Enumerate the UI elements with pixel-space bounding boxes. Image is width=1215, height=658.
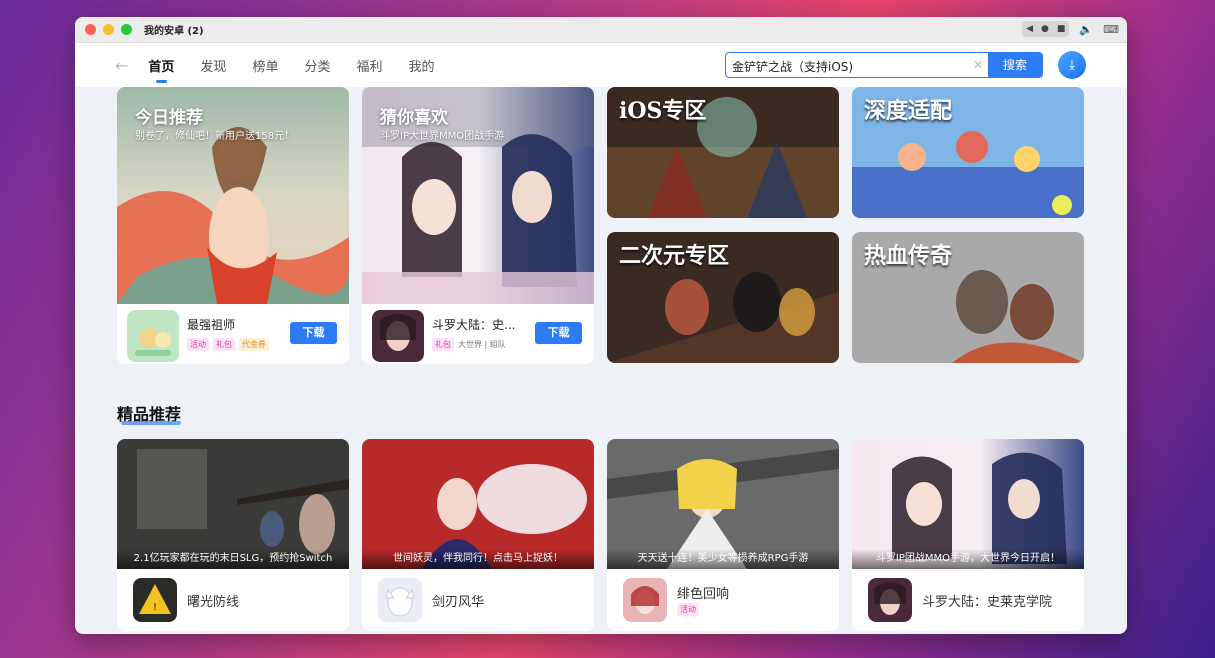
download-button[interactable]: 下载 bbox=[535, 322, 582, 344]
close-window-button[interactable] bbox=[85, 24, 96, 35]
title-bar-tools: ◀ ● ■ 🔈 ⌨ bbox=[1022, 21, 1119, 37]
recommend-card[interactable]: 天天送十连！美少女等损养成RPG手游 绯色回响 活动 bbox=[607, 439, 839, 631]
app-name: 剑刃风华 bbox=[432, 595, 485, 610]
zone-anime-tile[interactable]: 二次元专区 bbox=[607, 232, 839, 363]
title-bar: 我的安卓 (2) ◀ ● ■ 🔈 ⌨ bbox=[75, 17, 1127, 43]
app-icon bbox=[623, 578, 667, 622]
back-arrow-icon[interactable]: ← bbox=[115, 56, 128, 75]
top-nav: ← 首页 发现 榜单 分类 福利 我的 金铲铲之战（支持iOS) ✕ 搜索 ⤓ bbox=[75, 43, 1127, 87]
today-recommend-card[interactable]: 今日推荐 别卷了，修仙吧！新用户送158元！ 最强祖师 活动 礼包 代金券 下载 bbox=[117, 87, 349, 364]
guess-you-like-card[interactable]: 猜你喜欢 斗罗IP大世界MMO团战手游 斗罗大陆：史... 礼包 大世界 | 组… bbox=[362, 87, 594, 364]
recommend-caption: 世间妖灵，伴我同行！点击马上捉妖！ bbox=[362, 549, 594, 569]
clear-icon[interactable]: ✕ bbox=[968, 53, 988, 77]
app-icon bbox=[378, 578, 422, 622]
guess-you-like-subtitle: 斗罗IP大世界MMO团战手游 bbox=[380, 131, 505, 142]
search-box: 金铲铲之战（支持iOS) ✕ 搜索 bbox=[725, 52, 1043, 78]
recommend-caption: 2.1亿玩家都在玩的末日SLG，预约抢Switch bbox=[117, 549, 349, 569]
tag-gift: 礼包 bbox=[432, 338, 454, 351]
app-name: 曙光防线 bbox=[187, 595, 240, 610]
tab-benefits[interactable]: 福利 bbox=[356, 52, 382, 79]
recommend-caption: 天天送十连！美少女等损养成RPG手游 bbox=[607, 549, 839, 569]
svg-text:!: ! bbox=[153, 602, 157, 613]
zone-label: 热血传奇 bbox=[864, 243, 953, 269]
recommend-caption: 斗罗IP团战MMO手游，大世界今日开启！ bbox=[852, 549, 1084, 569]
app-icon bbox=[868, 578, 912, 622]
nav-tabs: 首页 发现 榜单 分类 福利 我的 bbox=[148, 52, 435, 83]
window-controls bbox=[85, 24, 132, 35]
keyboard-icon[interactable]: ⌨ bbox=[1103, 23, 1119, 36]
today-recommend-subtitle: 别卷了，修仙吧！新用户送158元！ bbox=[135, 131, 295, 142]
zone-deep-adapt-tile[interactable]: 深度适配 bbox=[852, 87, 1084, 218]
search-input[interactable]: 金铲铲之战（支持iOS) bbox=[726, 53, 968, 77]
volume-icon[interactable]: 🔈 bbox=[1079, 23, 1093, 36]
recommend-card[interactable]: 斗罗IP团战MMO手游，大世界今日开启！ 斗罗大陆：史莱克学院 bbox=[852, 439, 1084, 631]
window-title: 我的安卓 (2) bbox=[144, 26, 204, 37]
app-window: 我的安卓 (2) ◀ ● ■ 🔈 ⌨ ← 首页 发现 榜单 分类 福利 我的 金… bbox=[75, 17, 1127, 634]
app-name: 绯色回响 bbox=[677, 587, 730, 602]
search-button[interactable]: 搜索 bbox=[988, 53, 1042, 77]
today-recommend-title: 今日推荐 bbox=[135, 108, 203, 128]
tag-event: 活动 bbox=[677, 603, 699, 616]
tab-categories[interactable]: 分类 bbox=[304, 52, 330, 79]
zoom-window-button[interactable] bbox=[121, 24, 132, 35]
zone-label: iOS专区 bbox=[619, 98, 707, 124]
app-name: 最强祖师 bbox=[187, 318, 236, 332]
zone-label: 二次元专区 bbox=[619, 243, 730, 269]
download-manager-icon[interactable]: ⤓ bbox=[1058, 51, 1086, 79]
guess-you-like-title: 猜你喜欢 bbox=[380, 108, 448, 128]
minimize-window-button[interactable] bbox=[103, 24, 114, 35]
tag-voucher: 代金券 bbox=[239, 338, 269, 351]
emulator-nav-controls: ◀ ● ■ bbox=[1022, 21, 1070, 37]
recommend-card[interactable]: 2.1亿玩家都在玩的末日SLG，预约抢Switch ! 曙光防线 bbox=[117, 439, 349, 631]
download-button[interactable]: 下载 bbox=[290, 322, 337, 344]
app-tags: 活动 礼包 代金券 bbox=[187, 338, 269, 351]
home-circle-icon[interactable]: ● bbox=[1041, 24, 1049, 34]
section-underline bbox=[121, 421, 181, 425]
tab-rankings[interactable]: 榜单 bbox=[252, 52, 278, 79]
guess-app-row: 斗罗大陆：史... 礼包 大世界 | 组队 下载 bbox=[362, 304, 594, 364]
home-content: 今日推荐 别卷了，修仙吧！新用户送158元！ 最强祖师 活动 礼包 代金券 下载 bbox=[75, 87, 1127, 634]
recommend-card[interactable]: 世间妖灵，伴我同行！点击马上捉妖！ 剑刃风华 bbox=[362, 439, 594, 631]
recents-square-icon[interactable]: ■ bbox=[1057, 24, 1066, 34]
app-icon bbox=[127, 310, 179, 362]
zone-legend-tile[interactable]: 热血传奇 bbox=[852, 232, 1084, 363]
tag-event: 活动 bbox=[187, 338, 209, 351]
zone-label: 深度适配 bbox=[864, 98, 953, 124]
app-name: 斗罗大陆：史... bbox=[432, 318, 516, 332]
app-tags: 礼包 大世界 | 组队 bbox=[432, 338, 506, 351]
app-icon bbox=[372, 310, 424, 362]
today-app-row: 最强祖师 活动 礼包 代金券 下载 bbox=[117, 304, 349, 364]
tab-mine[interactable]: 我的 bbox=[408, 52, 434, 79]
tab-discover[interactable]: 发现 bbox=[200, 52, 226, 79]
tab-home[interactable]: 首页 bbox=[148, 52, 174, 83]
back-triangle-icon[interactable]: ◀ bbox=[1026, 24, 1033, 34]
zone-ios-tile[interactable]: iOS专区 bbox=[607, 87, 839, 218]
app-meta: 大世界 | 组队 bbox=[458, 340, 506, 349]
tag-gift: 礼包 bbox=[213, 338, 235, 351]
app-icon: ! bbox=[133, 578, 177, 622]
app-name: 斗罗大陆：史莱克学院 bbox=[922, 595, 1053, 610]
